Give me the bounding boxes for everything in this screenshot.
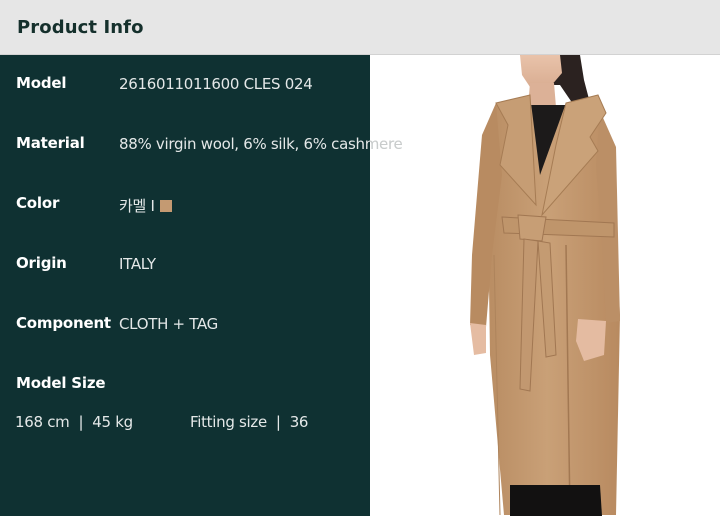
model-label: Model (16, 74, 67, 92)
model-wearing-coat-illustration (470, 55, 620, 516)
origin-label: Origin (16, 254, 67, 272)
model-size-label: Model Size (16, 374, 106, 392)
product-photo (370, 55, 720, 516)
separator: | (275, 413, 281, 431)
color-value: 카멜 I (119, 197, 155, 215)
color-value-row: 카멜 I (119, 195, 172, 216)
material-value: 88% virgin wool, 6% silk, 6% cashmere (119, 135, 403, 153)
model-height: 168 cm (15, 413, 70, 431)
color-label: Color (16, 194, 60, 212)
product-info-panel (0, 55, 370, 516)
model-value: 2616011011600 CLES 024 (119, 75, 313, 93)
model-weight: 45 kg (92, 413, 133, 431)
material-label: Material (16, 134, 85, 152)
component-value: CLOTH + TAG (119, 315, 218, 333)
separator: | (78, 413, 84, 431)
fitting-size: Fitting size | 36 (190, 413, 308, 431)
model-measurements: 168 cm | 45 kg (15, 413, 133, 431)
component-label: Component (16, 314, 111, 332)
fitting-size-label: Fitting size (190, 413, 267, 431)
header-bar: Product Info (0, 0, 720, 55)
page-title: Product Info (17, 17, 144, 38)
color-swatch (159, 200, 172, 212)
origin-value: ITALY (119, 255, 156, 273)
fitting-size-value: 36 (289, 413, 309, 431)
